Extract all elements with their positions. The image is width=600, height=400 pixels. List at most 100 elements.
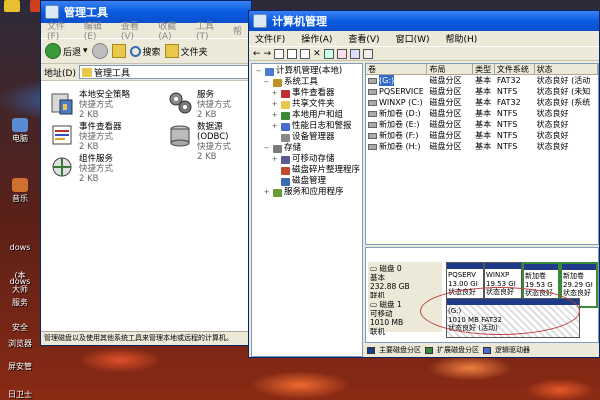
menu-favorites[interactable]: 收藏(A): [158, 19, 187, 42]
tree-item[interactable]: + 事件查看器: [254, 88, 362, 99]
forward-button[interactable]: [91, 43, 108, 59]
folders-button[interactable]: 文件夹: [164, 44, 208, 58]
search-button[interactable]: 搜索: [129, 45, 161, 58]
drive-icon: [368, 88, 377, 95]
address-input[interactable]: 管理工具: [78, 65, 249, 79]
list-item[interactable]: 服务 快捷方式 2 KB: [167, 90, 231, 120]
expand-icon[interactable]: +: [262, 187, 271, 198]
disk-action-icon[interactable]: [362, 48, 373, 59]
table-cell-fs: NTFS: [496, 87, 518, 96]
drive-icon: [368, 77, 377, 84]
list-item[interactable]: 事件查看器 快捷方式 2 KB: [49, 122, 122, 152]
collapse-icon[interactable]: −: [254, 66, 263, 77]
collapse-icon[interactable]: −: [262, 77, 271, 88]
refresh-icon[interactable]: [323, 48, 334, 59]
menu-file[interactable]: 文件(F): [255, 32, 285, 45]
expand-icon[interactable]: +: [270, 121, 279, 132]
table-cell-vol: 新加卷 (H:): [366, 141, 427, 152]
show-hide-tree-icon[interactable]: [287, 48, 298, 59]
table-row[interactable]: WINXP (C:) 磁盘分区 基本 FAT32 状态良好 (系统: [366, 97, 598, 108]
tools-icon: [273, 78, 282, 87]
chevron-down-icon: ▾: [83, 46, 88, 56]
tree-item[interactable]: + 性能日志和警报: [254, 121, 362, 132]
tree-item[interactable]: + 服务和应用程序: [254, 187, 362, 198]
help-icon[interactable]: [349, 48, 360, 59]
table-cell-layout: 磁盘分区: [429, 142, 462, 151]
tree-item[interactable]: + 可移动存储: [254, 154, 362, 165]
expand-icon[interactable]: +: [270, 154, 279, 165]
drive-icon: [368, 99, 377, 106]
desktop-icon[interactable]: dows: [0, 243, 40, 252]
column-header-layout[interactable]: 布局: [427, 64, 474, 74]
menu-action[interactable]: 操作(A): [301, 32, 332, 45]
desktop-icon-music[interactable]: 音乐: [0, 178, 40, 204]
expand-icon[interactable]: +: [270, 99, 279, 110]
address-value: 管理工具: [93, 68, 130, 79]
table-row[interactable]: 新加卷 (H:) 磁盘分区 基本 NTFS 状态良好: [366, 141, 598, 152]
table-row[interactable]: (G:) 磁盘分区 基本 FAT32 状态良好 (活动: [366, 75, 598, 86]
tree-item[interactable]: − 系统工具: [254, 77, 362, 88]
tree-item[interactable]: 设备管理器: [254, 132, 362, 143]
tree-item[interactable]: − 计算机管理(本地): [254, 66, 362, 77]
folders-icon: [164, 44, 179, 58]
tree-item[interactable]: − 存储: [254, 143, 362, 154]
tree-item[interactable]: + 本地用户和组: [254, 110, 362, 121]
menu-view[interactable]: 查看(V): [348, 32, 379, 45]
column-header-status[interactable]: 状态: [535, 64, 598, 74]
computer-icon: [265, 67, 274, 76]
list-item[interactable]: 本地安全策略 快捷方式 2 KB: [49, 90, 130, 120]
desktop-icon[interactable]: 大师: [0, 284, 40, 295]
column-header-filesystem[interactable]: 文件系统: [495, 64, 535, 74]
computer-management-menubar: 文件(F) 操作(A) 查看(V) 窗口(W) 帮助(H): [249, 31, 599, 46]
console-tree: − 计算机管理(本地) − 系统工具 + 事件查看器 + 共享文件夹 + 本地用户和组 + 性能日志和…: [251, 63, 363, 357]
properties-icon[interactable]: [300, 48, 311, 59]
menu-tools[interactable]: 工具(T): [196, 19, 224, 42]
back-button[interactable]: 后退 ▾: [45, 43, 88, 59]
table-cell-type: 基本: [475, 109, 492, 118]
expand-icon[interactable]: +: [270, 88, 279, 99]
desktop-icon-top-1[interactable]: [4, 0, 20, 12]
desktop-icon[interactable]: 服务: [0, 297, 40, 308]
table-row[interactable]: 新加卷 (E:) 磁盘分区 基本 NTFS 状态良好: [366, 119, 598, 130]
menu-help[interactable]: 帮: [233, 24, 242, 37]
tree-item[interactable]: 磁盘碎片整理程序: [254, 165, 362, 176]
menu-edit[interactable]: 编辑(E): [84, 19, 112, 42]
tree-item-label: 磁盘管理: [292, 176, 327, 186]
tree-item-label: 事件查看器: [292, 88, 335, 98]
list-item[interactable]: 数据源 (ODBC) 快捷方式 2 KB: [167, 122, 251, 162]
computer-management-titlebar[interactable]: 计算机管理: [249, 11, 599, 31]
table-cell-vol: 新加卷 (E:): [366, 119, 427, 130]
desktop-icon[interactable]: 安全: [0, 322, 40, 333]
back-arrow-icon[interactable]: ←: [253, 49, 261, 59]
menu-file[interactable]: 文件(F): [47, 19, 75, 42]
desktop-icon[interactable]: 浏览器: [0, 338, 40, 349]
desktop-icon[interactable]: 屏安管: [0, 361, 40, 372]
tree-item-label: 磁盘碎片整理程序: [292, 165, 361, 175]
expand-icon[interactable]: +: [270, 110, 279, 121]
table-cell-status: 状态良好: [536, 131, 569, 140]
menu-view[interactable]: 查看(V): [121, 19, 150, 42]
column-header-type[interactable]: 类型: [473, 64, 495, 74]
table-cell-vol: (G:): [366, 75, 427, 86]
table-row[interactable]: 新加卷 (D:) 磁盘分区 基本 NTFS 状态良好: [366, 108, 598, 119]
delete-icon[interactable]: ✕: [313, 49, 321, 59]
table-row[interactable]: 新加卷 (F:) 磁盘分区 基本 NTFS 状态良好: [366, 130, 598, 141]
tree-item[interactable]: 磁盘管理: [254, 176, 362, 187]
menu-help[interactable]: 帮助(H): [446, 32, 478, 45]
tree-item[interactable]: + 共享文件夹: [254, 99, 362, 110]
table-cell-fs: NTFS: [496, 120, 518, 129]
desktop-icon-computer[interactable]: 电脑: [0, 118, 40, 144]
desktop-icon[interactable]: 日卫士: [0, 389, 40, 400]
up-folder-icon[interactable]: [111, 44, 126, 58]
column-header-volume[interactable]: 卷: [366, 64, 428, 74]
collapse-icon[interactable]: −: [262, 143, 271, 154]
menu-window[interactable]: 窗口(W): [396, 32, 430, 45]
status-bar: 管理磁盘以及使用其他系统工具来管理本地或远程的计算机。: [41, 331, 251, 345]
up-level-icon[interactable]: [274, 48, 285, 59]
forward-arrow-icon[interactable]: →: [264, 49, 272, 59]
list-item[interactable]: 组件服务 快捷方式 2 KB: [49, 154, 113, 184]
event-viewer-icon: [49, 122, 75, 148]
export-icon[interactable]: [336, 48, 347, 59]
table-row[interactable]: PQSERVICE 磁盘分区 基本 NTFS 状态良好 (未知: [366, 86, 598, 97]
odbc-icon: [167, 122, 193, 148]
